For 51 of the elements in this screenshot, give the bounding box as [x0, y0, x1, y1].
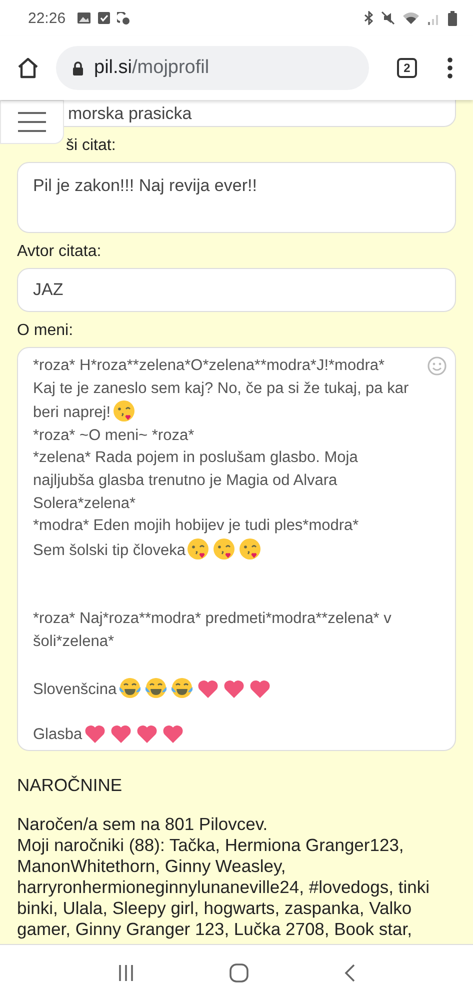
about-text: *roza* Naj*roza**modra* predmeti*modra**zelena* v šoli*zelena*: [33, 610, 392, 650]
menu-button[interactable]: [0, 100, 64, 144]
menu-icon[interactable]: [447, 57, 453, 79]
field-label: Avtor citata:: [17, 243, 102, 261]
mute-icon: [381, 11, 395, 25]
kiss-face-icon: [213, 538, 236, 560]
back-icon[interactable]: [344, 964, 356, 982]
heart-icon: [222, 678, 245, 699]
home-button-icon[interactable]: [229, 962, 250, 982]
heart-icon: [248, 678, 271, 699]
about-text: *roza* H*roza**zelena*O*zelena**modra*J!*modra*: [33, 357, 385, 374]
address-bar[interactable]: pil.si/mojprofil: [56, 46, 369, 90]
about-text: Slovenšcina: [33, 680, 117, 698]
battery-icon: [448, 10, 457, 26]
heart-icon: [84, 724, 106, 744]
menu-icon: [17, 111, 47, 133]
subscription-text: Moji naročniki (88): Tačka, Hermiona Granger123, ManonWhitethorn, Ginny Weasley, harryronhermioneginnylunaneville24, #lovedogs, tinki binki, Ulala, Sleepy girl, hogwarts, zaspanka, Valko gamer, Ginny Granger 123, Lučka 2708, Book star,: [17, 835, 430, 940]
wifi-icon: [402, 11, 420, 25]
section-heading: NAROČNINE: [17, 775, 124, 796]
laughing-face-icon: [144, 676, 167, 699]
kiss-face-icon: [239, 538, 262, 560]
tab-count-button[interactable]: 2: [397, 58, 417, 78]
home-icon[interactable]: [16, 56, 40, 80]
quote-field[interactable]: Pil je zakon!!! Naj revija ever!!: [17, 162, 456, 233]
about-field[interactable]: [17, 347, 456, 751]
heart-icon: [196, 678, 219, 699]
laughing-face-icon: [170, 676, 193, 699]
field-label: ši citat:: [65, 137, 117, 155]
about-text: Sem šolski tip človeka: [33, 542, 186, 559]
author-field[interactable]: JAZ: [17, 268, 456, 312]
checkbox-icon: [98, 12, 110, 24]
about-text: Kaj te je zaneslo sem kaj? No, če pa si že tukaj, pa kar: [33, 380, 409, 397]
about-text: *modra* Eden mojih hobijev je tudi ples*modra*: [33, 517, 359, 534]
heart-icon: [162, 724, 184, 744]
about-text: beri naprej!: [33, 404, 111, 422]
about-text: Glasba: [33, 726, 82, 744]
bluetooth-icon: [364, 11, 374, 25]
field-label: O meni:: [17, 322, 74, 340]
about-text: *roza* ~O meni~ *roza*: [33, 426, 194, 444]
kiss-face-icon: [187, 538, 210, 560]
url-text: pil.si/mojprofil: [94, 57, 210, 79]
kiss-face-icon: [112, 400, 135, 422]
recent-apps-icon[interactable]: [117, 964, 136, 982]
heart-icon: [110, 724, 132, 744]
status-time: 22:26: [28, 10, 66, 26]
subscription-text: Naročen/a sem na 801 Pilovcev.: [17, 814, 269, 835]
about-text: *zelena* Rada pojem in poslušam glasbo. Moja najljubša glasba trenutno je Magia od Alvara Solera*zelena*: [33, 449, 358, 512]
image-icon: [76, 12, 91, 24]
lock-icon: [72, 60, 84, 76]
heart-icon: [136, 724, 158, 744]
laughing-face-icon: [118, 676, 141, 699]
